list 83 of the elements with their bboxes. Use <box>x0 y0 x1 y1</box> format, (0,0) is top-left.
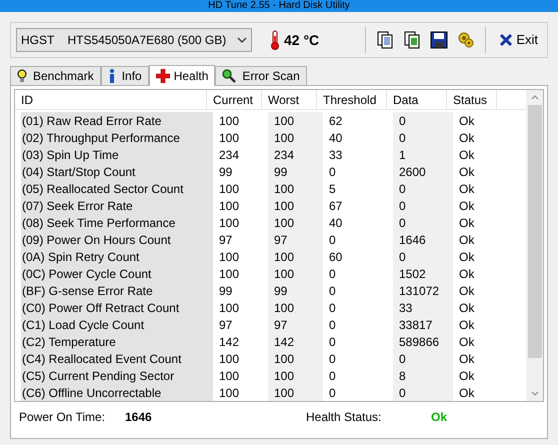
table-cell: (C4) Reallocated Event Count <box>21 350 213 367</box>
table-cell: 0 <box>393 180 453 197</box>
table-cell: 33 <box>393 299 453 316</box>
table-cell: 0 <box>393 214 453 231</box>
table-cell: (09) Power On Hours Count <box>21 231 213 248</box>
table-cell: 0 <box>393 350 453 367</box>
thermometer-icon <box>270 30 280 50</box>
table-cell: 8 <box>393 367 453 384</box>
column-header[interactable]: Status <box>447 90 497 109</box>
table-cell: 1502 <box>393 265 453 282</box>
cross-icon <box>156 69 170 83</box>
column-header[interactable]: Threshold <box>317 90 387 109</box>
table-cell: 589866 <box>393 333 453 350</box>
table-cell: (07) Seek Error Rate <box>21 197 213 214</box>
table-cell: 97 <box>268 231 323 248</box>
table-cell: (04) Start/Stop Count <box>21 163 213 180</box>
health-status-label: Health Status: <box>306 409 382 426</box>
tab[interactable]: Info <box>100 66 149 85</box>
table-cell: 0 <box>393 384 453 401</box>
scroll-up-icon[interactable] <box>530 95 538 100</box>
table-cell: 2600 <box>393 163 453 180</box>
table-cell: 100 <box>268 180 323 197</box>
tab[interactable]: Benchmark <box>10 66 101 85</box>
table-cell: 100 <box>268 350 323 367</box>
table-cell: 100 <box>268 129 323 146</box>
table-cell: 142 <box>268 333 323 350</box>
table-cell: (01) Raw Read Error Rate <box>21 112 213 129</box>
table-cell: 100 <box>268 112 323 129</box>
table-cell: 100 <box>268 265 323 282</box>
table-cell: 234 <box>268 146 323 163</box>
scroll-thumb[interactable] <box>528 105 542 358</box>
table-cell: (08) Seek Time Performance <box>21 214 213 231</box>
table-cell: (02) Throughput Performance <box>21 129 213 146</box>
scrollbar[interactable] <box>526 90 543 401</box>
column-header[interactable]: Current <box>207 90 262 109</box>
document-icon[interactable] <box>376 31 394 49</box>
table-cell: 100 <box>268 384 323 401</box>
table-cell: (03) Spin Up Time <box>21 146 213 163</box>
table-cell: 100 <box>268 214 323 231</box>
table-cell: 1646 <box>393 231 453 248</box>
table-cell: 1 <box>393 146 453 163</box>
table-cell: (C2) Temperature <box>21 333 213 350</box>
table-cell: (0C) Power Cycle Count <box>21 265 213 282</box>
table-cell: 99 <box>268 163 323 180</box>
table-cell: 99 <box>268 282 323 299</box>
magnifier-icon <box>222 69 236 83</box>
table-cell: 0 <box>393 129 453 146</box>
table-cell: 100 <box>268 197 323 214</box>
table-cell: 0 <box>393 112 453 129</box>
table-cell: (0A) Spin Retry Count <box>21 248 213 265</box>
column-header[interactable]: Data <box>387 90 447 109</box>
table-cell: 0 <box>393 197 453 214</box>
scroll-down-icon[interactable] <box>530 391 538 396</box>
power-on-label: Power On Time: <box>19 409 106 426</box>
table-cell: 100 <box>268 299 323 316</box>
table-cell: 0 <box>393 248 453 265</box>
chevron-down-icon <box>237 37 247 43</box>
documents-icon[interactable] <box>403 31 422 49</box>
info-icon <box>108 69 116 83</box>
health-status-value: Ok <box>431 409 448 426</box>
lightbulb-icon <box>17 69 27 83</box>
table-cell: (05) Reallocated Sector Count <box>21 180 213 197</box>
temperature-reading: 42 °C <box>284 30 320 50</box>
column-header[interactable]: Worst <box>262 90 317 109</box>
table-cell: 97 <box>268 316 323 333</box>
close-icon <box>500 34 512 46</box>
table-cell: (BF) G-sense Error Rate <box>21 282 213 299</box>
table-cell: 131072 <box>393 282 453 299</box>
gears-icon[interactable] <box>457 31 476 49</box>
table-cell: 33817 <box>393 316 453 333</box>
table-cell: (C6) Offline Uncorrectable <box>21 384 213 401</box>
column-header[interactable]: ID <box>15 90 207 109</box>
exit-button[interactable]: Exit <box>496 28 542 52</box>
drive-dropdown[interactable]: HGST HTS545050A7E680 (500 GB) <box>16 28 252 52</box>
window-title: HD Tune 2.55 - Hard Disk Utility <box>208 1 350 11</box>
table-cell: (C5) Current Pending Sector <box>21 367 213 384</box>
table-cell: (C0) Power Off Retract Count <box>21 299 213 316</box>
table-cell: 100 <box>268 248 323 265</box>
tab[interactable]: Error Scan <box>215 66 307 85</box>
table-cell: (C1) Load Cycle Count <box>21 316 213 333</box>
table-cell: 100 <box>268 367 323 384</box>
power-on-value: 1646 <box>125 409 153 426</box>
tab[interactable]: Health <box>148 65 216 86</box>
